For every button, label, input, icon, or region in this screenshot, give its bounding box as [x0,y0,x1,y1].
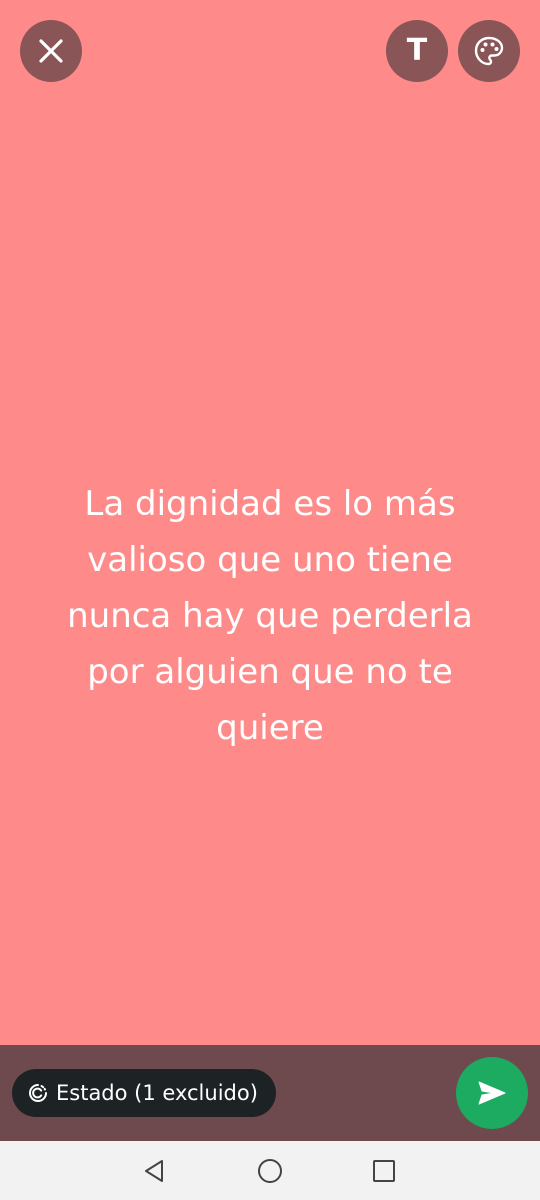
background-color-button[interactable] [458,20,520,82]
send-icon [478,1081,506,1105]
send-button[interactable] [456,1057,528,1129]
text-style-button[interactable]: T [386,20,448,82]
status-privacy-icon [28,1083,48,1103]
status-composer-screen: T La dignidad es lo más valioso que uno … [0,0,540,1200]
nav-recents-button[interactable] [366,1153,402,1189]
status-audience-chip[interactable]: Estado (1 excluido) [12,1069,276,1117]
back-triangle-icon [145,1160,163,1182]
home-circle-icon [258,1159,282,1183]
status-audience-label: Estado (1 excluido) [56,1081,258,1105]
nav-home-button[interactable] [252,1153,288,1189]
status-text[interactable]: La dignidad es lo más valioso que uno ti… [30,476,510,756]
system-navigation-bar [0,1141,540,1200]
nav-back-button[interactable] [136,1153,172,1189]
text-style-label: T [406,33,428,68]
recents-square-icon [373,1160,395,1182]
close-button[interactable] [20,20,82,82]
palette-icon [474,36,504,66]
bottom-bar: Estado (1 excluido) [0,1045,540,1141]
close-icon [39,39,63,63]
